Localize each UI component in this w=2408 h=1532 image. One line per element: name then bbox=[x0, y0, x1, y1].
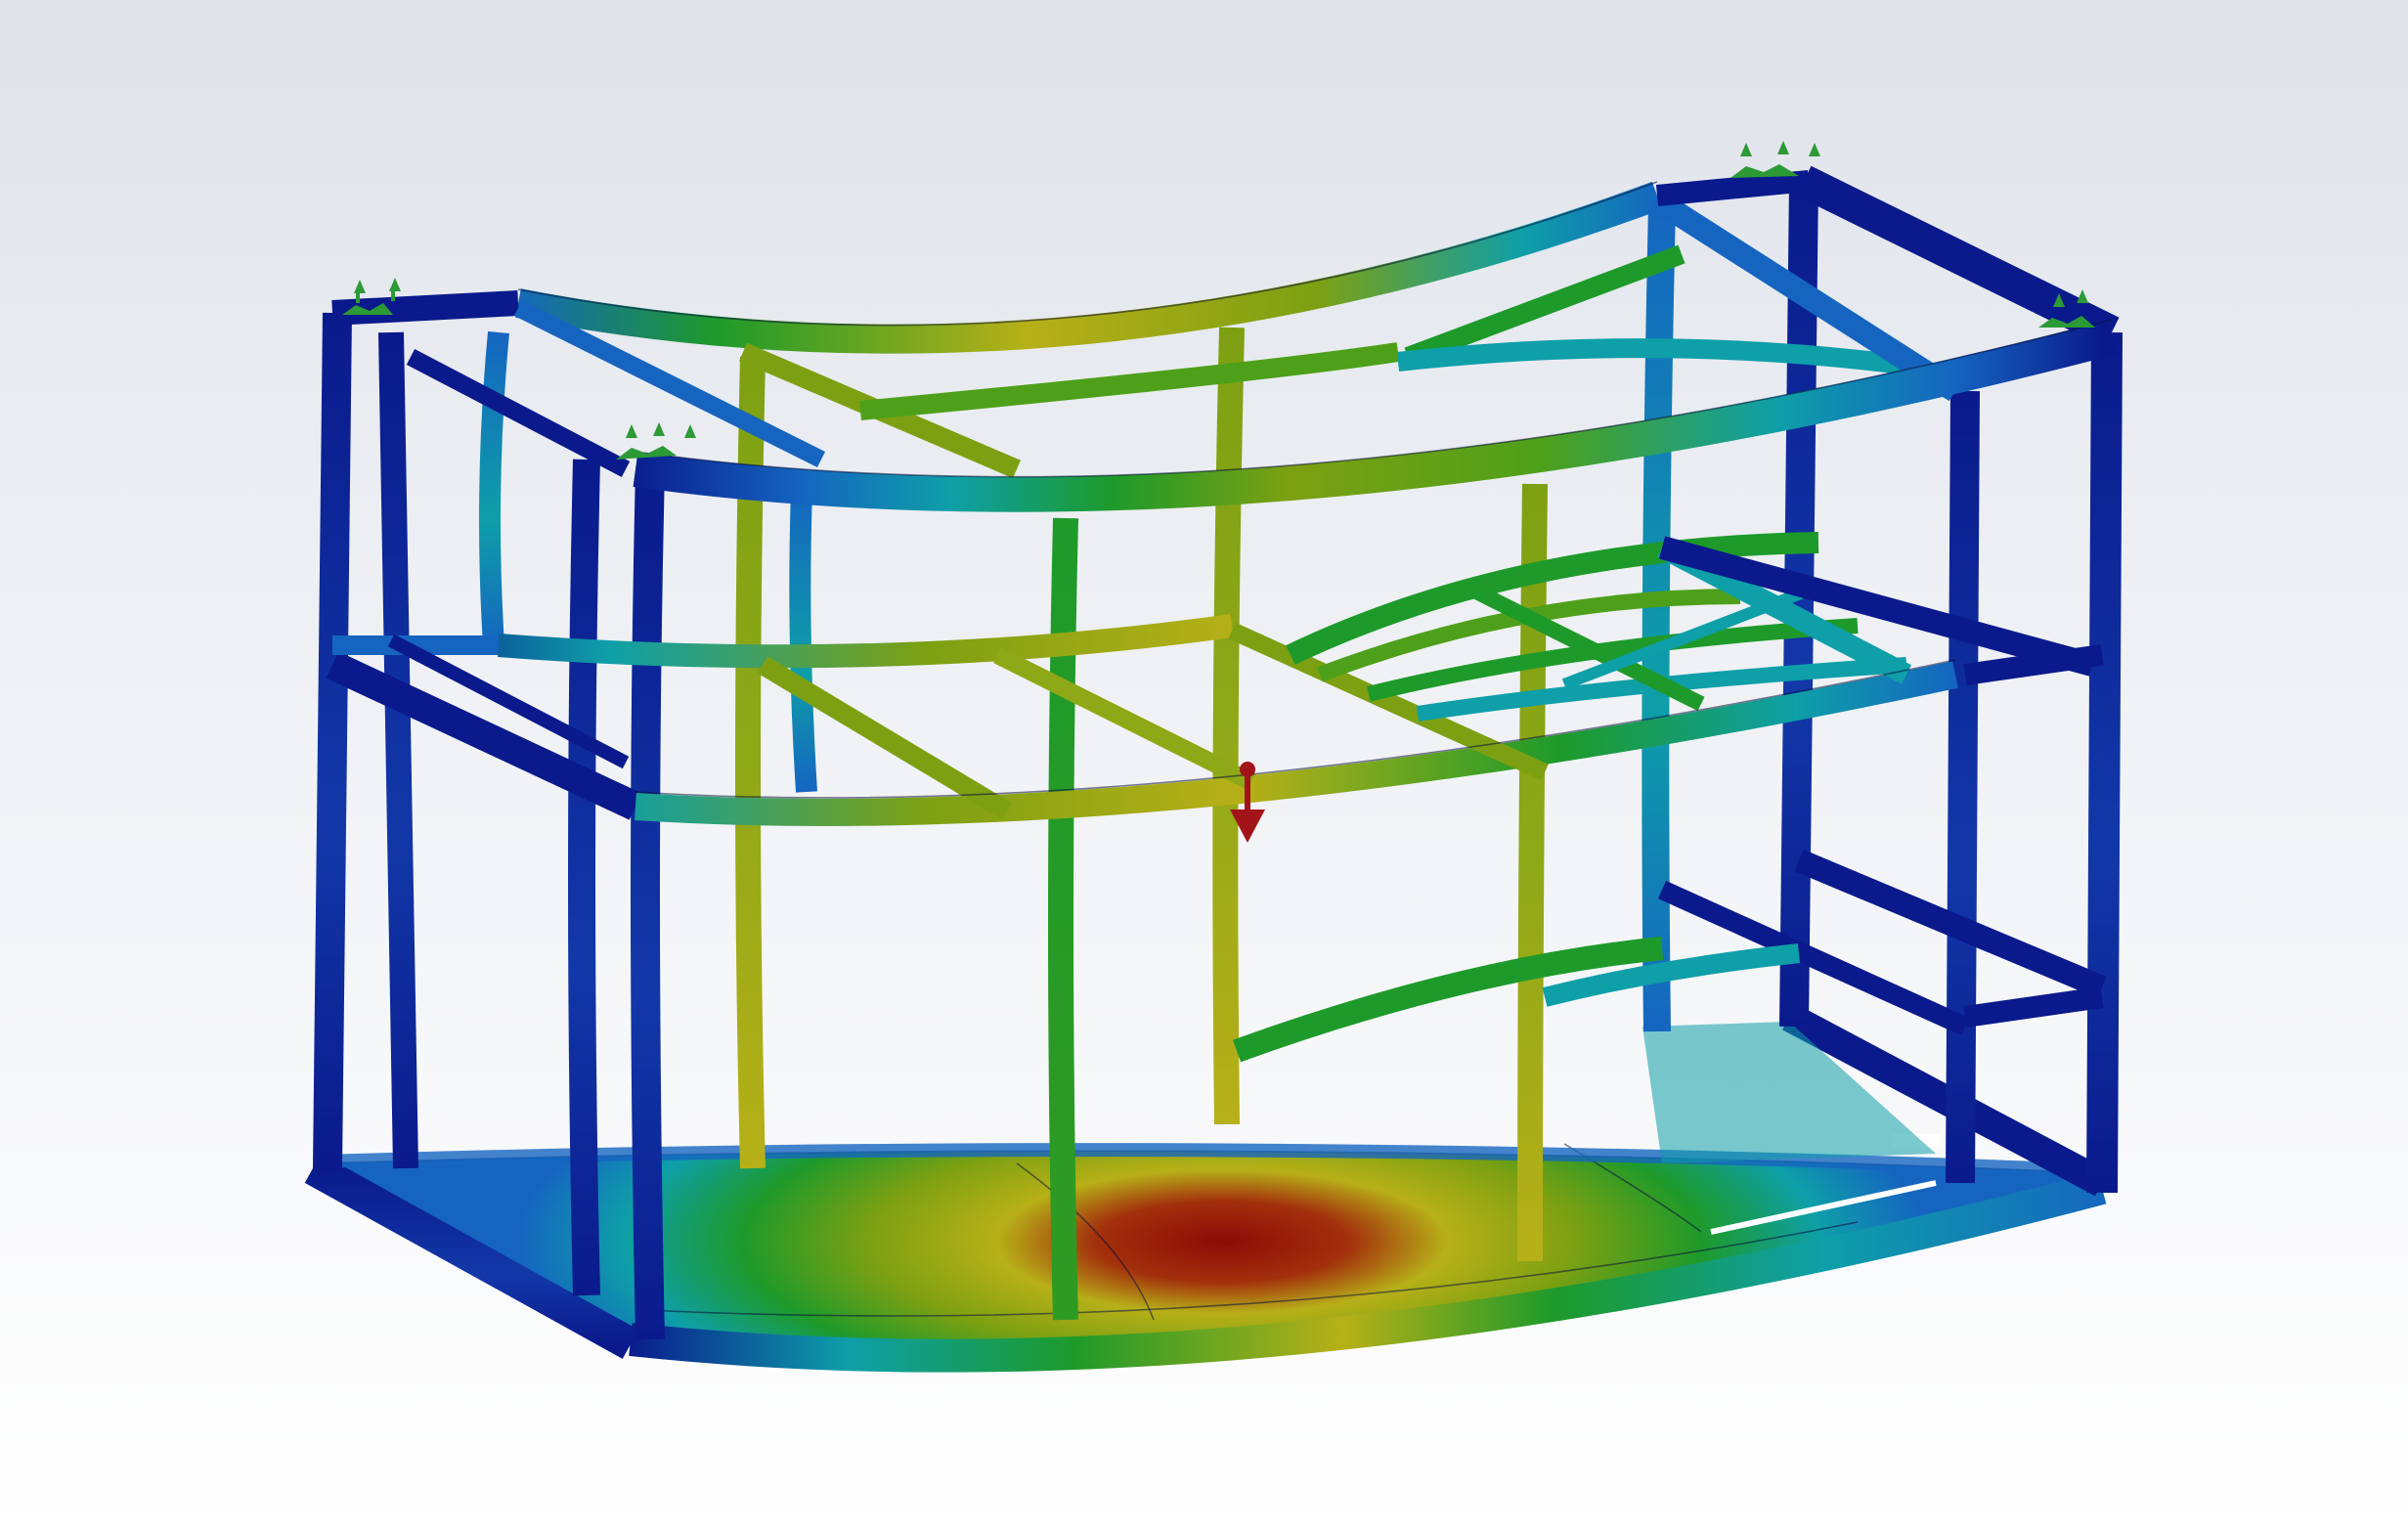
top-right-back-rail[interactable] bbox=[1655, 170, 1811, 206]
fea-stress-plot[interactable] bbox=[0, 0, 2408, 1532]
column-center-yellow[interactable] bbox=[1212, 327, 1245, 1125]
graphics-viewport[interactable] bbox=[0, 0, 2408, 1532]
column-right-back-outer[interactable] bbox=[1779, 180, 1818, 1028]
right-lower-rail-3[interactable] bbox=[1963, 986, 2104, 1028]
column-left-door[interactable] bbox=[568, 459, 600, 1296]
column-right-front-inner[interactable] bbox=[1946, 390, 1980, 1184]
top-diag-center[interactable] bbox=[859, 342, 1400, 420]
back-right-lower-panel[interactable] bbox=[1642, 1022, 1936, 1163]
column-right-front-outer[interactable] bbox=[2086, 331, 2123, 1194]
column-left-back[interactable] bbox=[479, 330, 509, 646]
left-top-rail-inner[interactable] bbox=[406, 349, 631, 477]
column-front-left[interactable] bbox=[631, 468, 665, 1340]
column-left-outer[interactable] bbox=[313, 312, 352, 1169]
column-left-inner[interactable] bbox=[378, 331, 418, 1169]
mid-front-beam[interactable] bbox=[635, 661, 1958, 826]
top-right-end-rail[interactable] bbox=[1796, 165, 2120, 348]
column-right-back-inner[interactable] bbox=[1642, 204, 1676, 1032]
mid-back-beam[interactable] bbox=[498, 614, 1234, 669]
right-mid-rail-back[interactable] bbox=[1658, 536, 2096, 677]
fixed-geometry-icon[interactable] bbox=[616, 422, 696, 460]
column-back-short[interactable] bbox=[789, 488, 817, 793]
rear-lower-rail[interactable] bbox=[1232, 937, 1664, 1063]
column-right-yellow[interactable] bbox=[1517, 483, 1548, 1262]
